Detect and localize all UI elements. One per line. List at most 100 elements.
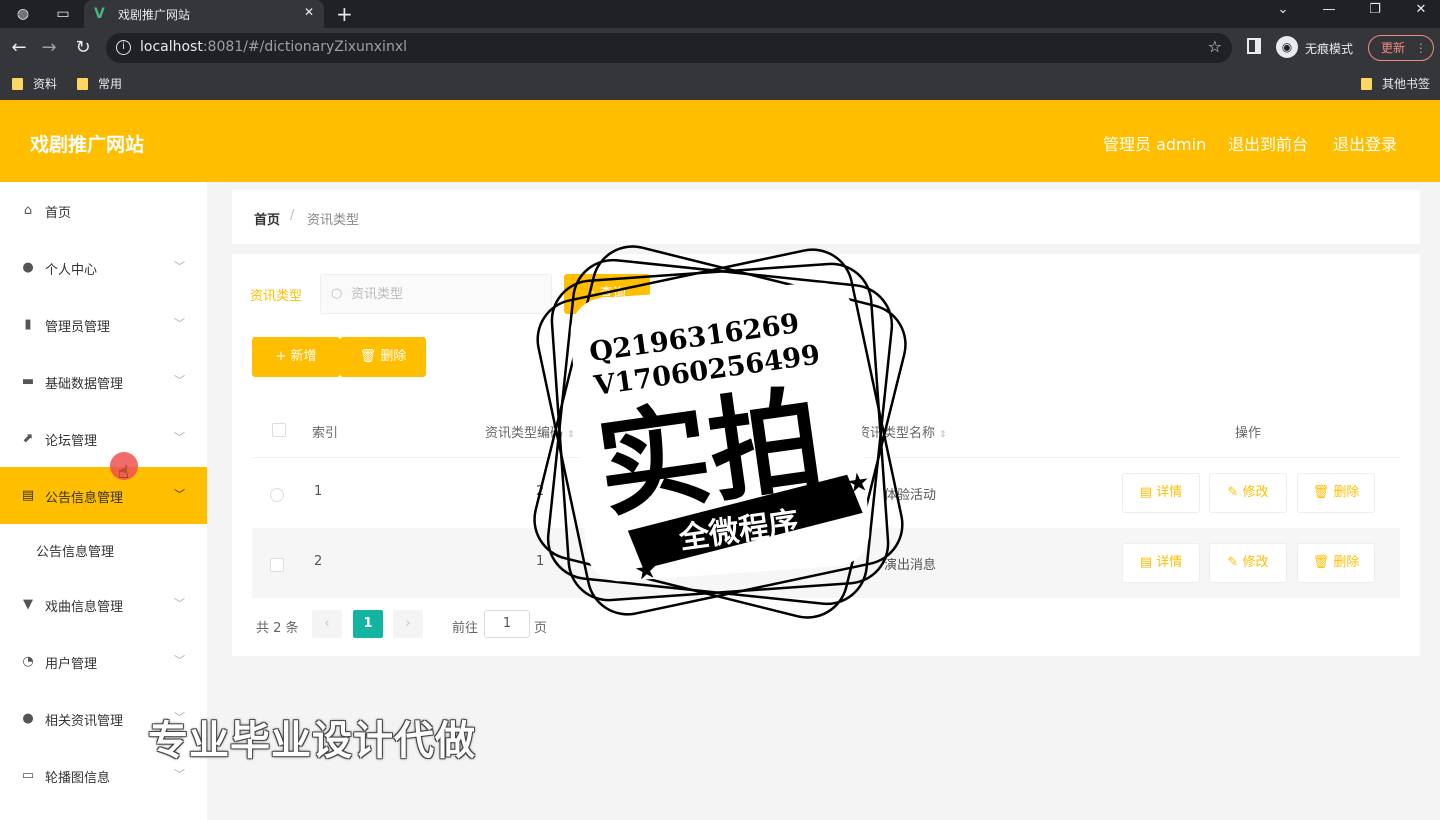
watermark-bottom-text: 专业毕业设计代做 [148, 718, 476, 764]
chevron-down-icon[interactable]: ⌄ [1268, 2, 1298, 17]
suitcase-icon: ▭ [21, 768, 35, 783]
table-header: 索引 资讯类型编码 ⇕ 资讯类型名称 ⇕ 操作 [252, 404, 1400, 458]
detail-button[interactable]: ▤ 详情 [1122, 473, 1200, 513]
table-row: 2 1 演出消息 ▤ 详情 ✎ 修改 🗑 删除 [252, 528, 1400, 598]
sidebar-item-forum[interactable]: ⬈ 论坛管理 ﹀ [0, 410, 207, 467]
bookmark-folder[interactable]: 常用 [77, 75, 122, 92]
delete-button[interactable]: 🗑 删除 [1297, 543, 1375, 583]
edit-button[interactable]: ✎ 修改 [1209, 473, 1287, 513]
help-icon: ◔ [22, 654, 34, 669]
incognito-icon[interactable]: ◉ [1276, 36, 1298, 58]
sidebar-item-home[interactable]: ⌂ 首页 [0, 182, 207, 239]
sidebar-subitem-notices[interactable]: 公告信息管理 [0, 520, 207, 576]
th-ops: 操作 [1235, 426, 1262, 441]
content-panel: 资讯类型 ○ ⌕ 查询 + 新增 🗑 删除 索引 资讯类型编码⇕ 资讯类型名称⇕… [232, 254, 1420, 656]
breadcrumb-home[interactable]: 首页 [254, 209, 280, 228]
cell-name: 体验活动 [884, 488, 937, 503]
sidebar-subitem-label: 公告信息管理 [36, 545, 115, 560]
info-icon[interactable]: i [116, 40, 131, 55]
search-label: 资讯类型 [250, 289, 303, 304]
query-button[interactable]: ⌕ 查询 [564, 274, 650, 314]
logout-link[interactable]: 退出登录 [1333, 131, 1397, 155]
sort-icon: ⇕ [939, 430, 947, 440]
browser-tab-bar: ◍ ▭ V 戏剧推广网站 ✕ + ⌄ — ❐ ✕ [0, 0, 1440, 28]
cell-name: 演出消息 [884, 558, 937, 573]
sidebar-item-label: 戏曲信息管理 [45, 600, 124, 615]
search-field[interactable]: ○ [320, 274, 552, 314]
row-checkbox[interactable] [270, 558, 284, 572]
page-number[interactable]: 1 [353, 610, 383, 638]
pagination-total: 共 2 条 [256, 621, 299, 636]
sidebar-item-label: 个人中心 [45, 263, 98, 278]
restore-icon[interactable]: ❐ [1360, 2, 1390, 17]
hand-cursor-icon: ☝ [118, 462, 129, 483]
sidebar-item-opera[interactable]: ▼ 戏曲信息管理 ﹀ [0, 576, 207, 633]
chevron-down-icon: ﹀ [174, 374, 185, 387]
exit-to-front-link[interactable]: 退出到前台 [1228, 131, 1308, 155]
edit-button[interactable]: ✎ 修改 [1209, 543, 1287, 583]
detail-button[interactable]: ▤ 详情 [1122, 543, 1200, 583]
incognito-label: 无痕模式 [1305, 42, 1354, 56]
update-button[interactable]: 更新 ⋮ [1368, 35, 1434, 61]
folder-icon [1361, 78, 1372, 90]
user-icon: ● [22, 260, 34, 275]
home-icon: ⌂ [23, 203, 33, 218]
bookmark-star-icon[interactable]: ☆ [1208, 37, 1222, 56]
next-page-button[interactable]: › [393, 610, 423, 638]
th-name[interactable]: 资讯类型名称 ⇕ [857, 422, 947, 441]
more-icon: ⋮ [1414, 41, 1427, 55]
sidebar-item-label: 管理员管理 [45, 320, 111, 335]
browser-toolbar: ← → ↻ i localhost:8081/#/dictionaryZixun… [0, 28, 1440, 68]
sidebar-item-label: 相关资讯管理 [45, 714, 124, 729]
search-input[interactable] [351, 284, 541, 304]
th-code[interactable]: 资讯类型编码 ⇕ [485, 422, 575, 441]
forward-icon[interactable]: → [38, 37, 60, 59]
minimize-icon[interactable]: — [1314, 2, 1344, 17]
delete-button[interactable]: 🗑 删除 [1297, 473, 1375, 513]
tab-title: 戏剧推广网站 [118, 8, 191, 22]
th-index: 索引 [312, 426, 339, 441]
batch-delete-button[interactable]: 🗑 删除 [340, 337, 426, 377]
other-bookmarks[interactable]: 其他书签 [1361, 75, 1430, 92]
search-icon: ○ [331, 286, 343, 301]
close-window-icon[interactable]: ✕ [1406, 2, 1436, 17]
new-tab-icon[interactable]: + [336, 2, 353, 26]
sidebar-item-admins[interactable]: ▮ 管理员管理 ﹀ [0, 296, 207, 353]
bar-chart-icon: ▮ [24, 317, 32, 332]
url-text[interactable]: localhost:8081/#/dictionaryZixunxinxl [140, 39, 407, 55]
stand-icon: ▼ [23, 597, 33, 612]
site-title: 戏剧推广网站 [30, 134, 145, 156]
globe-icon[interactable]: ◍ [14, 5, 32, 23]
sidebar-item-base-data[interactable]: ▬ 基础数据管理 ﹀ [0, 353, 207, 410]
sidebar-item-label: 首页 [45, 206, 72, 221]
vue-logo-icon: V [94, 6, 105, 22]
side-panel-icon[interactable] [1247, 38, 1261, 54]
add-button[interactable]: + 新增 [252, 337, 340, 377]
sidebar-item-label: 公告信息管理 [45, 491, 124, 506]
sidebar-item-profile[interactable]: ● 个人中心 ﹀ [0, 239, 207, 296]
tab-overview-icon[interactable]: ▭ [54, 5, 72, 23]
cell-code: 2 [536, 484, 545, 499]
page-suffix: 页 [534, 621, 548, 636]
document-icon: ▤ [21, 488, 35, 503]
sidebar-item-label: 轮播图信息 [45, 771, 111, 786]
cell-index: 1 [314, 484, 323, 499]
folder-icon [12, 78, 23, 90]
prev-page-button[interactable]: ‹ [312, 610, 342, 638]
cell-index: 2 [314, 554, 323, 569]
reload-icon[interactable]: ↻ [72, 37, 94, 59]
chevron-down-icon: ﹀ [174, 260, 185, 273]
trend-chart-icon: ⬈ [22, 431, 34, 446]
browser-tab[interactable]: V 戏剧推广网站 ✕ [84, 0, 324, 28]
bookmark-folder[interactable]: 资料 [12, 75, 57, 92]
address-bar[interactable]: i localhost:8081/#/dictionaryZixunxinxl … [106, 33, 1232, 63]
chevron-down-icon: ﹀ [174, 317, 185, 330]
sidebar-item-label: 基础数据管理 [45, 377, 124, 392]
back-icon[interactable]: ← [8, 37, 30, 59]
sidebar-item-notices[interactable]: ▤ 公告信息管理 ﹀ [0, 467, 207, 524]
close-icon[interactable]: ✕ [304, 5, 314, 19]
select-all-checkbox[interactable] [272, 423, 286, 437]
row-checkbox[interactable] [270, 488, 284, 502]
goto-page-input[interactable]: 1 [484, 610, 530, 638]
sidebar-item-users[interactable]: ◔ 用户管理 ﹀ [0, 633, 207, 690]
